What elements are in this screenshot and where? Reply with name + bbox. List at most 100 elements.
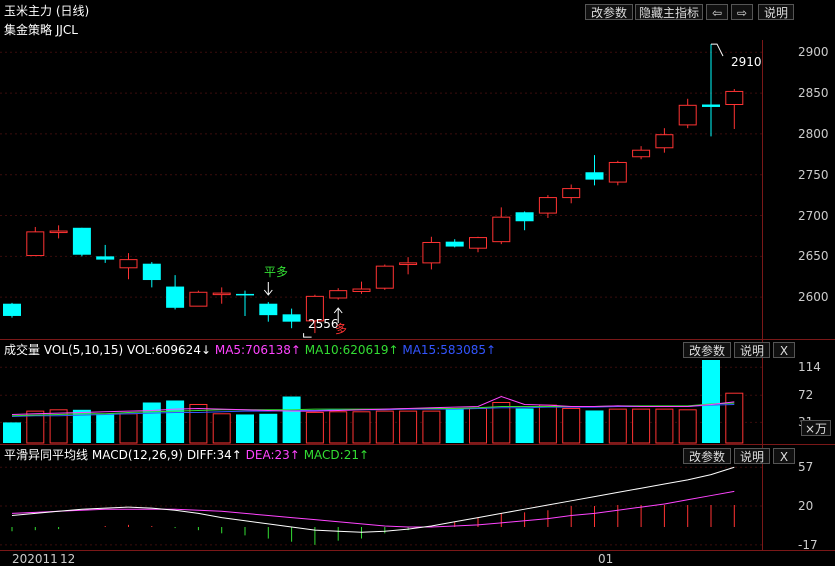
volume-ma15: MA15:583085↑	[402, 343, 497, 357]
macd-dea-line	[11, 490, 735, 528]
volume-bar	[585, 410, 604, 443]
volume-value: VOL:609624↓	[126, 343, 212, 357]
candlestick-chart	[0, 43, 762, 546]
candle-body	[189, 291, 208, 307]
volume-bar	[212, 413, 231, 444]
low-value-label: 2556	[308, 317, 339, 331]
macd-diff: DIFF:34↑	[186, 448, 242, 462]
candle-body	[72, 227, 91, 255]
macd-indicator-name: MACD(12,26,9)	[91, 448, 183, 462]
candle-body	[538, 197, 557, 214]
volume-bar	[632, 408, 651, 444]
macd-axis-label: -17	[798, 537, 818, 552]
volume-bar	[96, 413, 115, 443]
volume-help-button[interactable]: 说明	[734, 342, 770, 358]
volume-bar	[282, 396, 301, 443]
volume-bar	[538, 404, 557, 444]
macd-title: 平滑异同平均线	[4, 448, 89, 462]
volume-ma10: MA10:620619↑	[304, 343, 399, 357]
volume-bar	[469, 407, 487, 444]
candle-body	[119, 259, 138, 269]
candle-body	[142, 263, 161, 281]
candle-body	[725, 90, 744, 105]
candle-body	[96, 256, 115, 260]
candle-body	[49, 230, 68, 234]
candle-body	[515, 212, 534, 222]
price-axis-label: 2700	[798, 208, 829, 223]
volume-bar	[3, 422, 21, 443]
volume-bar	[329, 411, 348, 444]
volume-close-button[interactable]: X	[773, 342, 795, 358]
price-axis-label: 2800	[798, 126, 829, 141]
candle-body	[608, 161, 627, 183]
macd-axis-label: 57	[798, 460, 814, 475]
volume-bar	[515, 408, 534, 443]
volume-bar	[236, 414, 254, 443]
volume-params-button[interactable]: 改参数	[683, 342, 731, 358]
candle-body	[492, 216, 511, 243]
candle-body	[702, 104, 720, 107]
low-annotation-line	[303, 333, 312, 338]
flat-long-arrow	[263, 282, 273, 296]
flat-long-signal: 平多	[264, 265, 289, 279]
price-axis-label: 2600	[798, 290, 829, 305]
volume-bar	[445, 409, 464, 443]
volume-bar	[399, 410, 418, 444]
volume-bar	[702, 360, 720, 443]
long-signal: 多	[335, 322, 348, 336]
macd-help-button[interactable]: 说明	[734, 448, 770, 464]
volume-axis-label: 114	[798, 360, 821, 375]
volume-bar	[608, 408, 627, 444]
candle-body	[352, 288, 371, 292]
volume-panel-legend: 成交量 VOL(5,10,15) VOL:609624↓ MA5:706138↑…	[4, 343, 496, 357]
volume-bar	[422, 410, 441, 444]
volume-bar	[166, 400, 185, 443]
time-axis-start: 202011	[12, 552, 58, 566]
candle-body	[655, 134, 674, 149]
volume-bar	[259, 413, 278, 443]
candle-body	[212, 292, 231, 296]
high-annotation-line	[711, 43, 724, 57]
candle-body	[632, 149, 651, 158]
volume-ma5: MA5:706138↑	[214, 343, 301, 357]
volume-bar	[375, 410, 394, 444]
volume-bar	[119, 413, 138, 444]
candle-body	[375, 265, 394, 289]
candle-body	[282, 314, 301, 322]
price-axis-label: 2900	[798, 45, 829, 60]
volume-title: 成交量	[4, 343, 41, 357]
macd-value: MACD:21↑	[303, 448, 370, 462]
volume-bar	[678, 409, 697, 444]
candle-body	[236, 293, 254, 296]
price-axis-label: 2850	[798, 86, 829, 101]
candle-body	[445, 241, 464, 247]
candle-body	[329, 290, 348, 299]
candle-body	[26, 231, 45, 257]
volume-bar	[655, 408, 674, 444]
candle-body	[585, 172, 604, 180]
time-axis-month-12: 12	[60, 552, 76, 566]
macd-diff-line	[11, 466, 735, 533]
macd-panel-legend: 平滑异同平均线 MACD(12,26,9) DIFF:34↑ DEA:23↑ M…	[4, 448, 369, 462]
volume-bar	[492, 401, 511, 444]
price-axis-label: 2750	[798, 167, 829, 182]
candle-body	[166, 286, 185, 308]
candle-body	[422, 241, 441, 264]
candle-body	[259, 303, 278, 316]
candle-body	[678, 104, 697, 126]
volume-bar	[352, 411, 371, 444]
macd-params-button[interactable]: 改参数	[683, 448, 731, 464]
volume-unit-label: ×万	[801, 420, 831, 436]
time-axis-month-01: 01	[598, 552, 614, 566]
candle-body	[469, 237, 487, 249]
price-axis-label: 2650	[798, 249, 829, 264]
macd-axis-label: 20	[798, 499, 814, 514]
volume-bar	[305, 411, 324, 444]
high-value-label: 2910	[731, 55, 762, 69]
volume-bar	[142, 402, 161, 443]
macd-close-button[interactable]: X	[773, 448, 795, 464]
macd-dea: DEA:23↑	[245, 448, 300, 462]
candle-body	[399, 262, 418, 266]
candle-body	[3, 303, 21, 316]
volume-axis-label: 72	[798, 388, 814, 403]
